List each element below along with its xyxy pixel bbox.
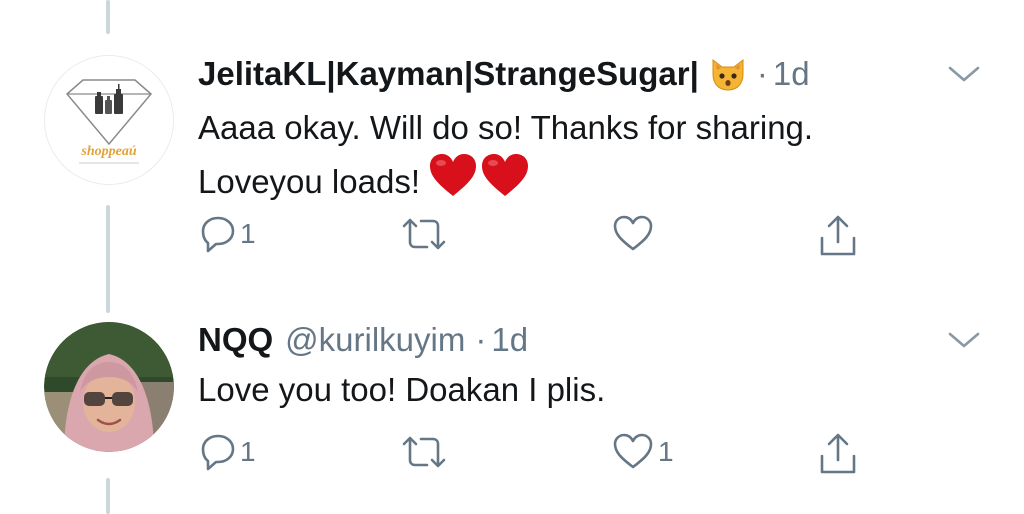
tweet[interactable]: shoppeaú JelitaKL|Kayman|StrangeSugar| ·… <box>0 0 1024 300</box>
like-icon <box>613 433 653 469</box>
tweet-text: Love you too! Doakan I plis. <box>198 366 605 414</box>
tweet-actions: 1 <box>198 214 898 264</box>
like-button[interactable]: 1 <box>612 432 674 472</box>
share-icon <box>820 215 856 256</box>
reply-count: 1 <box>240 218 256 249</box>
shop-logo-image: shoppeaú <box>45 56 173 184</box>
separator: · <box>756 55 768 92</box>
reply-button[interactable]: 1 <box>200 432 256 472</box>
shop-logo-text: shoppeaú <box>80 144 136 159</box>
display-name[interactable]: JelitaKL|Kayman|StrangeSugar| <box>198 55 699 93</box>
retweet-button[interactable] <box>400 432 452 472</box>
separator: · <box>475 321 487 358</box>
tweet-actions: 1 1 <box>198 432 898 482</box>
like-icon <box>613 215 653 251</box>
retweet-button[interactable] <box>400 214 452 254</box>
timestamp[interactable]: 1d <box>491 321 528 359</box>
user-handle[interactable]: @kurilkuyim <box>285 321 465 359</box>
tweet-text-line: Aaaa okay. Will do so! Thanks for sharin… <box>198 109 814 146</box>
red-heart-emoji <box>428 152 478 211</box>
like-button[interactable] <box>612 214 658 254</box>
share-button[interactable] <box>818 432 858 476</box>
tweet-thread: shoppeaú JelitaKL|Kayman|StrangeSugar| ·… <box>0 0 1024 514</box>
like-count: 1 <box>658 436 674 467</box>
avatar[interactable]: shoppeaú <box>44 55 174 185</box>
chevron-down-icon[interactable] <box>946 330 982 350</box>
reply-icon <box>201 216 235 253</box>
tweet-text-line: Loveyou loads! <box>198 162 420 200</box>
avatar[interactable] <box>44 322 174 452</box>
display-name[interactable]: NQQ <box>198 321 273 359</box>
chevron-down-icon[interactable] <box>946 64 982 84</box>
share-icon <box>820 433 856 474</box>
tweet-header: NQQ @kurilkuyim · 1d <box>198 318 528 362</box>
reply-icon <box>201 434 235 471</box>
share-button[interactable] <box>818 214 858 258</box>
tweet-text-line: Love you too! Doakan I plis. <box>198 371 606 408</box>
tweet[interactable]: NQQ @kurilkuyim · 1d Love you too! Doaka… <box>0 300 1024 514</box>
cat-face-emoji <box>709 56 747 92</box>
reply-count: 1 <box>240 436 256 467</box>
timestamp[interactable]: 1d <box>773 55 810 93</box>
retweet-icon <box>402 436 446 468</box>
red-heart-emoji <box>480 152 530 211</box>
tweet-text: Aaaa okay. Will do so! Thanks for sharin… <box>198 104 813 211</box>
user-photo <box>44 322 174 452</box>
reply-button[interactable]: 1 <box>200 214 256 254</box>
retweet-icon <box>402 218 446 250</box>
tweet-header: JelitaKL|Kayman|StrangeSugar| · 1d <box>198 52 810 96</box>
